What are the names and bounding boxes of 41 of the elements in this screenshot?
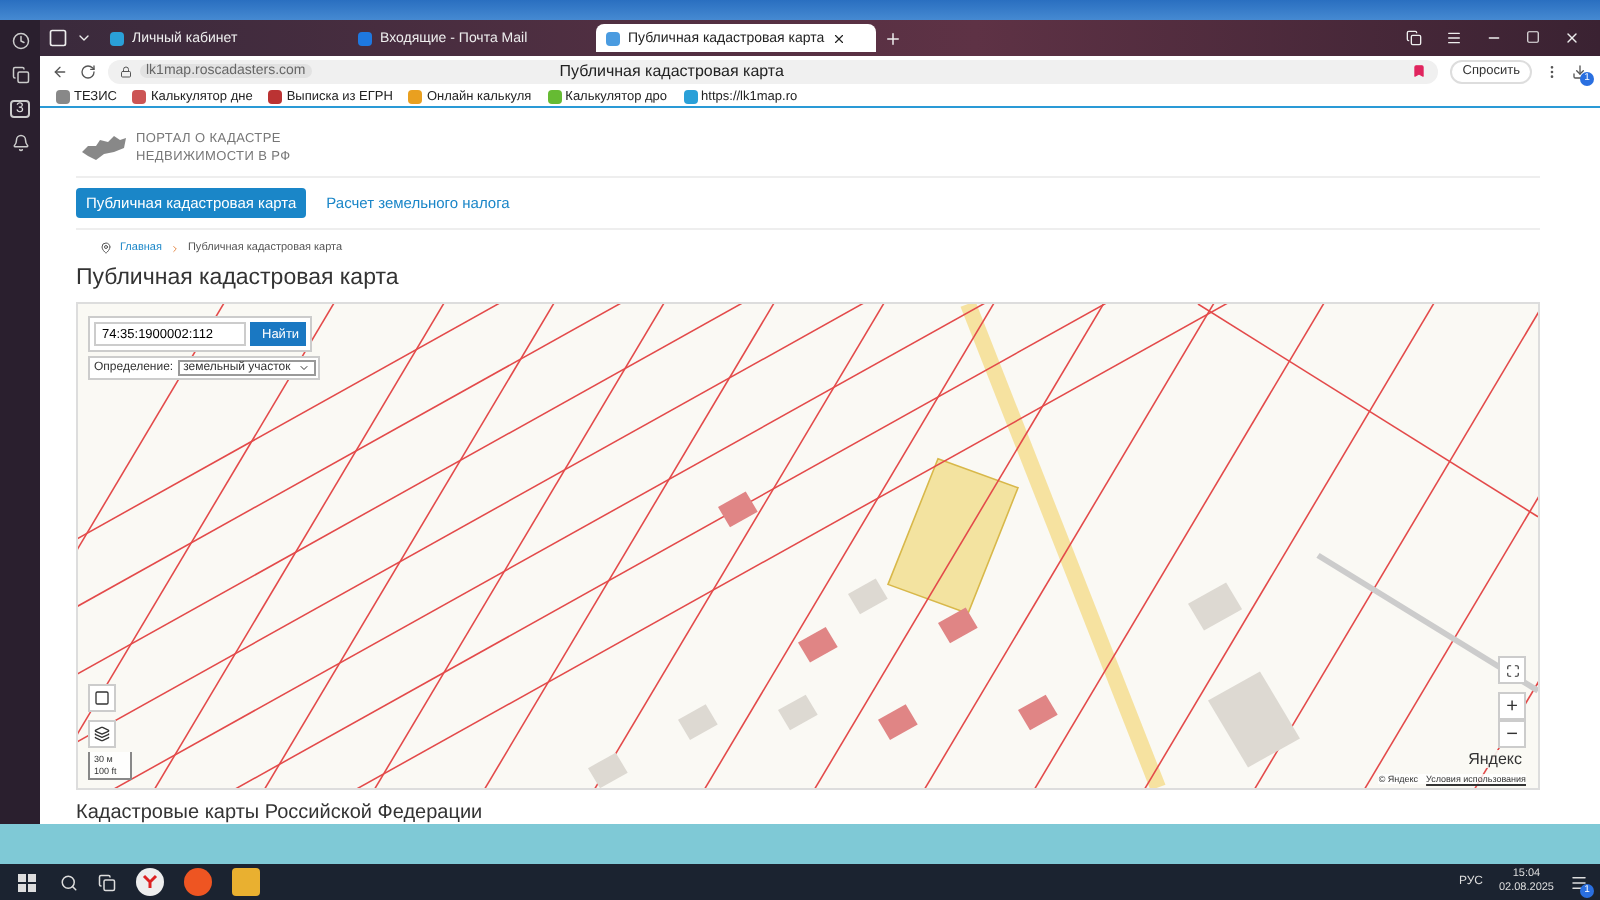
bell-icon[interactable] [11, 134, 29, 152]
favicon-icon [110, 31, 124, 45]
favicon-icon [268, 89, 283, 103]
provider-logo: Яндекс [1468, 750, 1522, 768]
layers-button[interactable] [88, 720, 116, 749]
reload-icon[interactable] [80, 63, 96, 79]
fullscreen-button[interactable] [1498, 656, 1526, 685]
favicon-icon [606, 31, 620, 45]
start-icon[interactable] [12, 868, 40, 896]
lock-icon [120, 65, 132, 77]
layers-icon [94, 726, 110, 743]
close-tab-icon[interactable] [832, 31, 847, 45]
task-view-icon[interactable] [98, 873, 116, 891]
history-icon[interactable] [11, 32, 29, 50]
search-icon[interactable] [60, 873, 78, 891]
chevron-right-icon [169, 243, 180, 254]
new-tab-icon[interactable] [884, 29, 902, 47]
favicon-icon [547, 89, 562, 103]
zoom-out-button[interactable]: − [1498, 720, 1526, 749]
ruler-button[interactable] [88, 684, 116, 713]
app-taskbar-icon[interactable] [184, 868, 212, 896]
map-silhouette-icon [80, 134, 128, 163]
zoom-in-button[interactable]: + [1498, 692, 1526, 721]
favicon-icon [56, 89, 70, 103]
maximize-icon[interactable] [1526, 30, 1540, 44]
close-icon[interactable] [1564, 30, 1580, 46]
back-icon[interactable] [52, 63, 68, 79]
page-title: Публичная кадастровая карта [76, 266, 401, 291]
section-heading: Кадастровые карты Российской Федерации [76, 802, 485, 824]
copy-icon[interactable] [11, 66, 29, 84]
favicon-icon [408, 89, 423, 103]
square-icon [94, 690, 110, 707]
favicon-icon [132, 89, 147, 103]
chevron-down-icon[interactable] [76, 30, 92, 46]
browser-taskbar-icon[interactable] [136, 868, 164, 896]
chevron-down-icon [298, 362, 311, 375]
pin-icon [100, 242, 112, 255]
favicon-icon [358, 31, 372, 45]
menu-icon[interactable] [1446, 30, 1462, 46]
bookmark-icon[interactable] [1412, 64, 1427, 78]
fullscreen-icon [1505, 663, 1519, 678]
